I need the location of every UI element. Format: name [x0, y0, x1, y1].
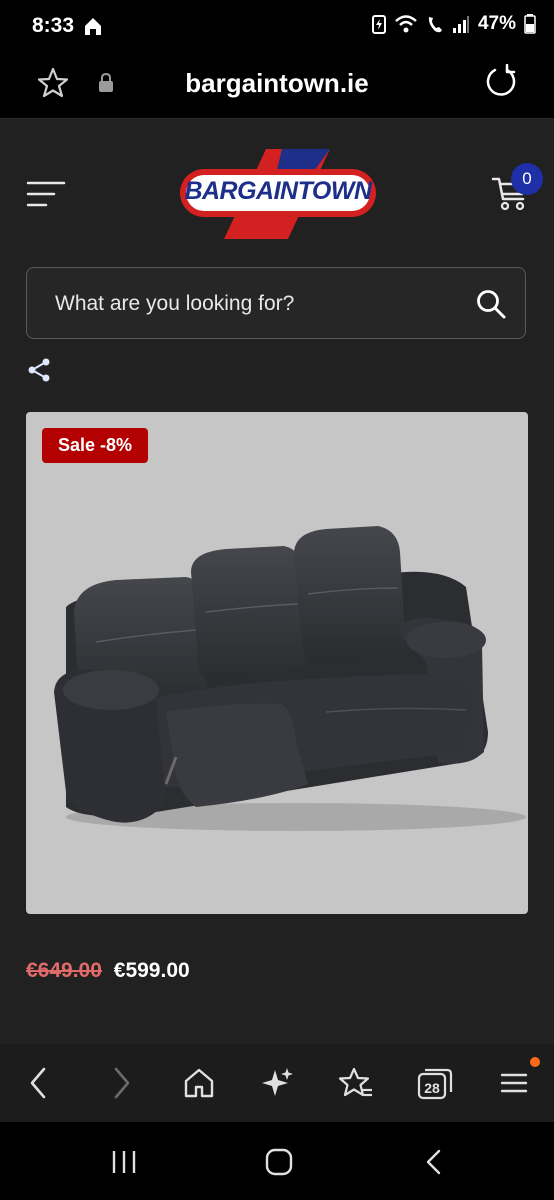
home-icon[interactable] [182, 1066, 216, 1100]
notification-dot-icon [530, 1057, 540, 1067]
wifi-icon [395, 15, 417, 33]
signal-icon [452, 16, 469, 33]
browser-address-bar: bargaintown.ie [0, 52, 554, 119]
battery-percent: 47% [477, 13, 516, 34]
status-time: 8:33 [32, 14, 75, 37]
status-bar: 8:33 47% [0, 0, 554, 52]
home-status-icon [85, 18, 101, 35]
browser-nav-bar: 28 [0, 1044, 554, 1122]
url-text[interactable]: bargaintown.ie [0, 68, 554, 99]
system-back-icon[interactable] [422, 1148, 446, 1176]
price-row: €649.00 €599.00 [26, 959, 190, 983]
old-price: €649.00 [26, 959, 102, 982]
menu-icon[interactable] [26, 179, 66, 209]
sparkle-icon[interactable] [261, 1066, 295, 1100]
search-input[interactable]: What are you looking for? [26, 267, 526, 339]
menu-more-icon[interactable] [498, 1066, 530, 1100]
search-icon[interactable] [475, 288, 507, 320]
reload-icon[interactable] [484, 64, 518, 98]
site-logo[interactable]: BARGAINTOWN [178, 147, 378, 241]
home-button-icon[interactable] [264, 1148, 294, 1176]
sale-badge: Sale -8% [42, 428, 149, 463]
recent-apps-icon[interactable] [110, 1148, 138, 1176]
logo-text: BARGAINTOWN [184, 177, 372, 205]
sofa-image [54, 526, 526, 831]
product-image[interactable]: Sale -8% [26, 412, 528, 914]
bookmarks-icon[interactable] [338, 1066, 374, 1100]
share-icon[interactable] [26, 357, 52, 383]
web-page: BARGAINTOWN 0 What are you looking for? [0, 119, 554, 1044]
sale-price: €599.00 [113, 959, 190, 982]
cart-count-badge[interactable]: 0 [511, 163, 543, 195]
battery-saver-icon [371, 15, 386, 34]
wifi-call-icon [428, 17, 442, 33]
battery-icon [524, 14, 536, 34]
forward-icon[interactable] [108, 1066, 134, 1100]
search-placeholder: What are you looking for? [55, 292, 295, 315]
status-icons: 47% [371, 13, 536, 35]
tabs-count: 28 [424, 1080, 440, 1096]
back-icon[interactable] [26, 1066, 52, 1100]
system-nav-bar [0, 1122, 554, 1200]
